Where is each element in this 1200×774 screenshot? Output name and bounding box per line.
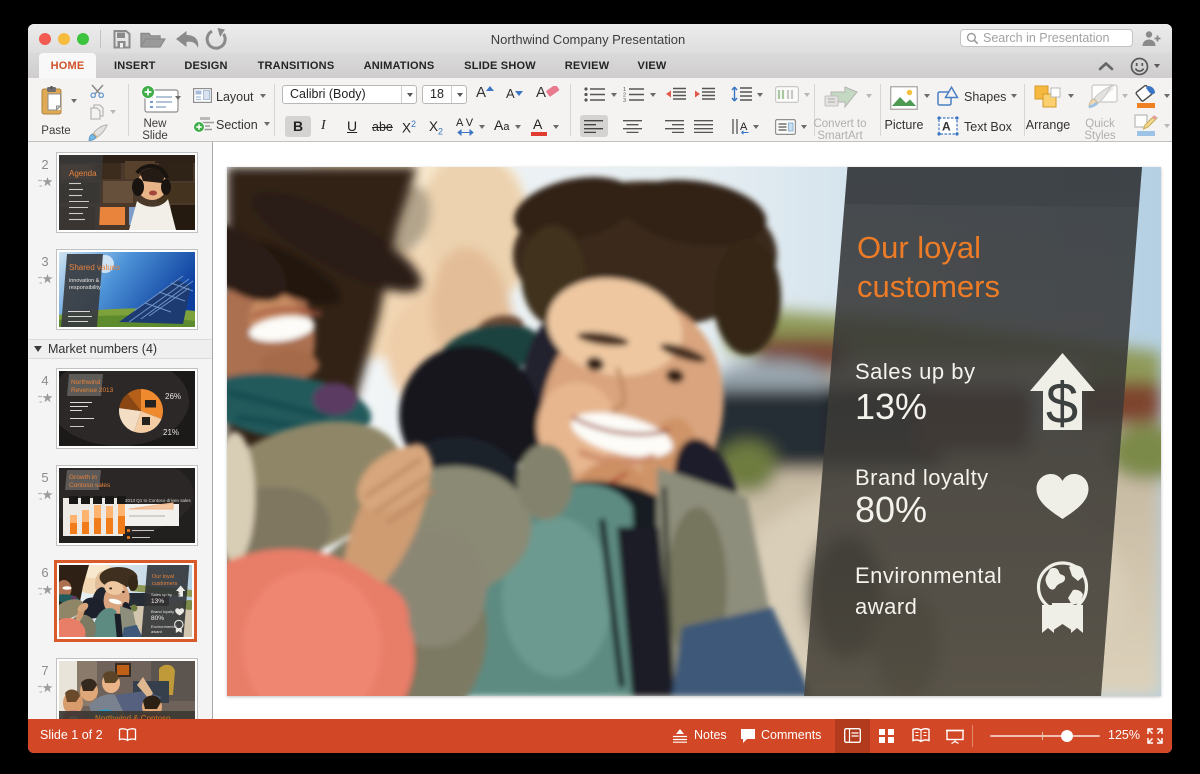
svg-text:Brand loyalty: Brand loyalty xyxy=(151,609,174,614)
svg-text:Agenda: Agenda xyxy=(69,169,97,178)
svg-text:2013 Q1 to Contoso-driven sale: 2013 Q1 to Contoso-driven sales xyxy=(125,498,192,503)
svg-text:$: $ xyxy=(177,592,180,598)
svg-text:Contoso sales: Contoso sales xyxy=(69,482,111,489)
svg-text:13%: 13% xyxy=(151,598,164,605)
svg-text:$: $ xyxy=(1046,371,1078,436)
svg-text:80%: 80% xyxy=(151,615,164,622)
svg-text:responsibility: responsibility xyxy=(69,285,101,291)
svg-text:Shared values: Shared values xyxy=(69,263,120,272)
svg-text:customers: customers xyxy=(152,581,178,587)
svg-text:A: A xyxy=(942,120,951,134)
svg-text:A: A xyxy=(740,121,748,133)
svg-text:Our loyal: Our loyal xyxy=(152,574,174,580)
svg-text:Sales up by: Sales up by xyxy=(151,592,172,597)
svg-text:Growth in: Growth in xyxy=(69,474,97,481)
svg-text:award: award xyxy=(151,629,162,634)
svg-text:3: 3 xyxy=(623,98,626,102)
svg-text:innovation &: innovation & xyxy=(69,278,100,284)
svg-text:Revenue 2013: Revenue 2013 xyxy=(71,387,114,394)
svg-text:21%: 21% xyxy=(163,428,179,437)
svg-text:26%: 26% xyxy=(165,392,181,401)
svg-text:Northwind: Northwind xyxy=(71,379,101,386)
